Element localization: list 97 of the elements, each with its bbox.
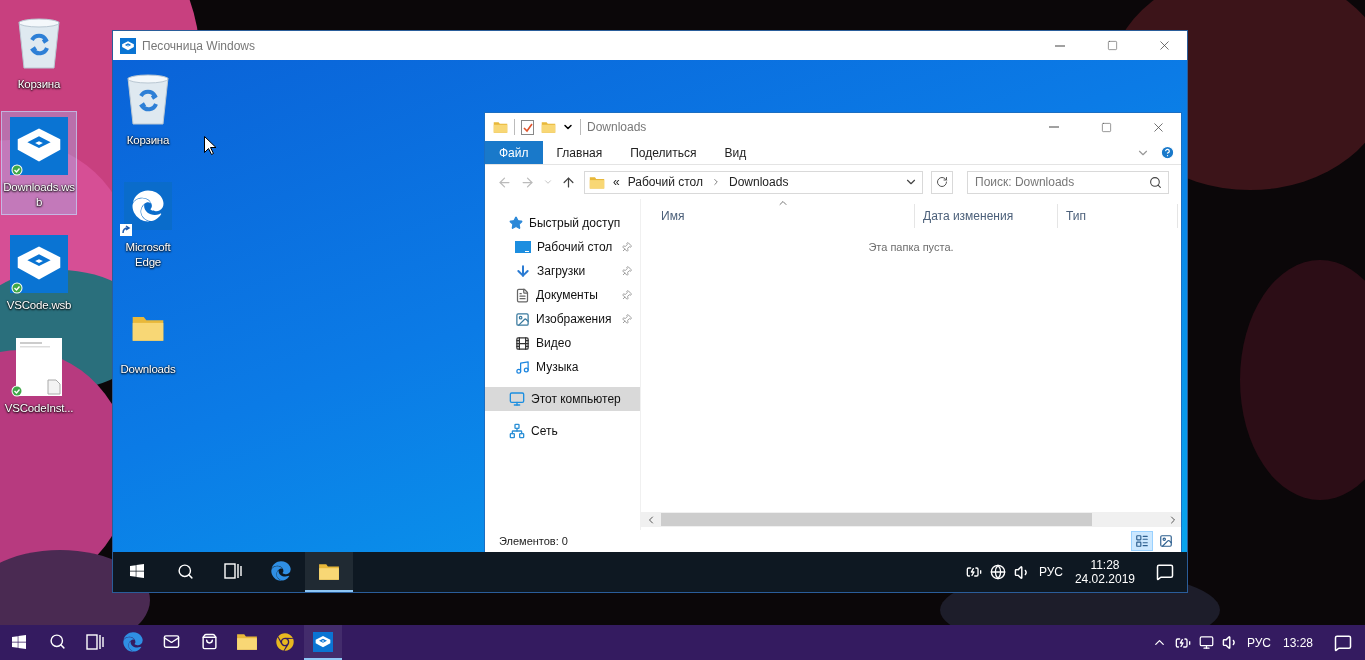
monitor-icon bbox=[509, 391, 525, 407]
language-indicator[interactable]: РУС bbox=[1038, 565, 1063, 579]
file-explorer-icon[interactable] bbox=[318, 561, 340, 581]
nav-item[interactable]: Музыка bbox=[485, 355, 640, 379]
icon-label: Downloads.wsb bbox=[2, 180, 76, 210]
network-monitor-icon[interactable] bbox=[1198, 635, 1214, 650]
column-header[interactable]: Тип bbox=[1058, 204, 1178, 228]
sandbox-icon[interactable] bbox=[313, 631, 333, 652]
view-button[interactable] bbox=[1131, 531, 1153, 551]
desktop-icon bbox=[515, 241, 531, 253]
maximize-icon bbox=[1106, 40, 1118, 51]
nav-item[interactable]: Быстрый доступ bbox=[485, 211, 640, 235]
mail-icon bbox=[162, 633, 180, 650]
search-icon bbox=[48, 633, 66, 650]
edge-icon bbox=[271, 561, 291, 581]
recycle-bin-icon bbox=[16, 16, 62, 70]
empty-folder-message: Эта папка пуста. bbox=[868, 241, 954, 255]
nav-item[interactable]: Документы bbox=[485, 283, 640, 307]
column-header[interactable]: Дата изменения bbox=[915, 204, 1058, 228]
chrome-icon bbox=[276, 632, 294, 651]
windows-logo-icon bbox=[11, 633, 27, 650]
download-arrow-icon bbox=[515, 263, 531, 279]
sandbox-icon bbox=[10, 117, 68, 175]
window-title: Песочница Windows bbox=[142, 38, 256, 53]
search-icon bbox=[176, 562, 194, 580]
store-bag-icon bbox=[200, 633, 218, 650]
folder-icon bbox=[493, 120, 508, 134]
sandbox-icon bbox=[10, 235, 68, 293]
search-field[interactable]: Поиск: Downloads bbox=[967, 170, 1169, 194]
notification-icon bbox=[1156, 563, 1174, 581]
clock-time: 11:28 bbox=[1090, 558, 1120, 572]
icon-label: Корзина bbox=[126, 133, 170, 148]
icon-label: Microsoft Edge bbox=[124, 240, 172, 270]
recycle-bin-icon bbox=[125, 72, 171, 126]
folder-icon bbox=[589, 174, 605, 190]
file-explorer-icon[interactable] bbox=[236, 632, 258, 651]
refresh-button[interactable] bbox=[931, 170, 953, 194]
taskbar-button[interactable] bbox=[304, 625, 342, 660]
icon-label: Downloads bbox=[120, 362, 176, 377]
window-title: Downloads bbox=[587, 120, 648, 134]
taskbar-button[interactable] bbox=[305, 552, 353, 592]
clock-time: 13:28 bbox=[1282, 635, 1313, 650]
address-bar[interactable]: « Рабочий стол Downloads bbox=[584, 170, 923, 194]
mouse-cursor-icon bbox=[204, 136, 216, 155]
battery-icon[interactable] bbox=[965, 564, 982, 580]
properties-icon[interactable] bbox=[521, 119, 535, 135]
document-icon bbox=[515, 287, 530, 303]
desktop-shortcut[interactable]: Downloads bbox=[113, 293, 183, 382]
nav-item[interactable]: Этот компьютер bbox=[485, 387, 640, 411]
search-icon bbox=[1149, 175, 1162, 189]
icon-label: VSCode.wsb bbox=[6, 298, 72, 313]
refresh-icon bbox=[936, 176, 948, 188]
ribbon-tab[interactable]: Файл bbox=[485, 141, 543, 164]
ribbon-tab[interactable]: Поделиться bbox=[616, 141, 711, 164]
chevron-right-icon bbox=[711, 177, 721, 187]
desktop-shortcut[interactable]: VSCode.wsb bbox=[1, 229, 77, 318]
column-header[interactable]: Имя bbox=[653, 204, 915, 228]
minimize-icon bbox=[1055, 44, 1065, 47]
edge-icon bbox=[123, 631, 143, 652]
ribbon-tab[interactable]: Вид bbox=[710, 141, 761, 164]
network-icon bbox=[509, 423, 525, 439]
icon-label: VSCodeInst... bbox=[4, 401, 74, 416]
nav-item[interactable]: Изображения bbox=[485, 307, 640, 331]
maximize-icon bbox=[1100, 121, 1112, 133]
nav-item[interactable]: Загрузки bbox=[485, 259, 640, 283]
nav-item[interactable]: Видео bbox=[485, 331, 640, 355]
film-icon bbox=[515, 335, 530, 351]
status-text: Элементов: 0 bbox=[499, 535, 569, 547]
globe-icon[interactable] bbox=[989, 564, 1006, 580]
nav-item[interactable]: Рабочий стол bbox=[485, 235, 640, 259]
music-note-icon bbox=[515, 359, 530, 375]
document-icon bbox=[16, 338, 62, 396]
notification-icon bbox=[1334, 633, 1352, 652]
sandbox-app-icon bbox=[120, 37, 136, 54]
ribbon-tab[interactable]: Главная bbox=[542, 141, 617, 164]
up-icon[interactable] bbox=[561, 174, 576, 190]
desktop-shortcut[interactable]: VSCodeInst... bbox=[1, 332, 77, 421]
breadcrumb[interactable]: « bbox=[613, 175, 620, 189]
breadcrumb[interactable]: Рабочий стол bbox=[627, 175, 703, 189]
edge-icon bbox=[124, 182, 172, 230]
windows-logo-icon bbox=[129, 563, 145, 579]
large-icons-view-icon bbox=[1159, 534, 1173, 548]
task-view-icon bbox=[86, 633, 104, 650]
task-view-icon bbox=[224, 563, 242, 579]
minimize-icon bbox=[1049, 126, 1059, 128]
nav-item[interactable]: Сеть bbox=[485, 419, 640, 443]
icon-label: Корзина bbox=[17, 77, 61, 92]
desktop-shortcut[interactable]: Microsoft Edge bbox=[113, 171, 183, 275]
star-icon bbox=[509, 216, 523, 230]
language-indicator[interactable]: РУС bbox=[1246, 635, 1271, 650]
details-view-icon bbox=[1135, 534, 1149, 548]
clock-date: 24.02.2019 bbox=[1074, 572, 1135, 586]
desktop-shortcut[interactable]: Корзина bbox=[113, 64, 183, 153]
help-icon[interactable] bbox=[1160, 145, 1175, 160]
desktop-shortcut[interactable]: Корзина bbox=[1, 8, 77, 97]
picture-icon bbox=[515, 311, 530, 327]
breadcrumb[interactable]: Downloads bbox=[729, 175, 789, 189]
